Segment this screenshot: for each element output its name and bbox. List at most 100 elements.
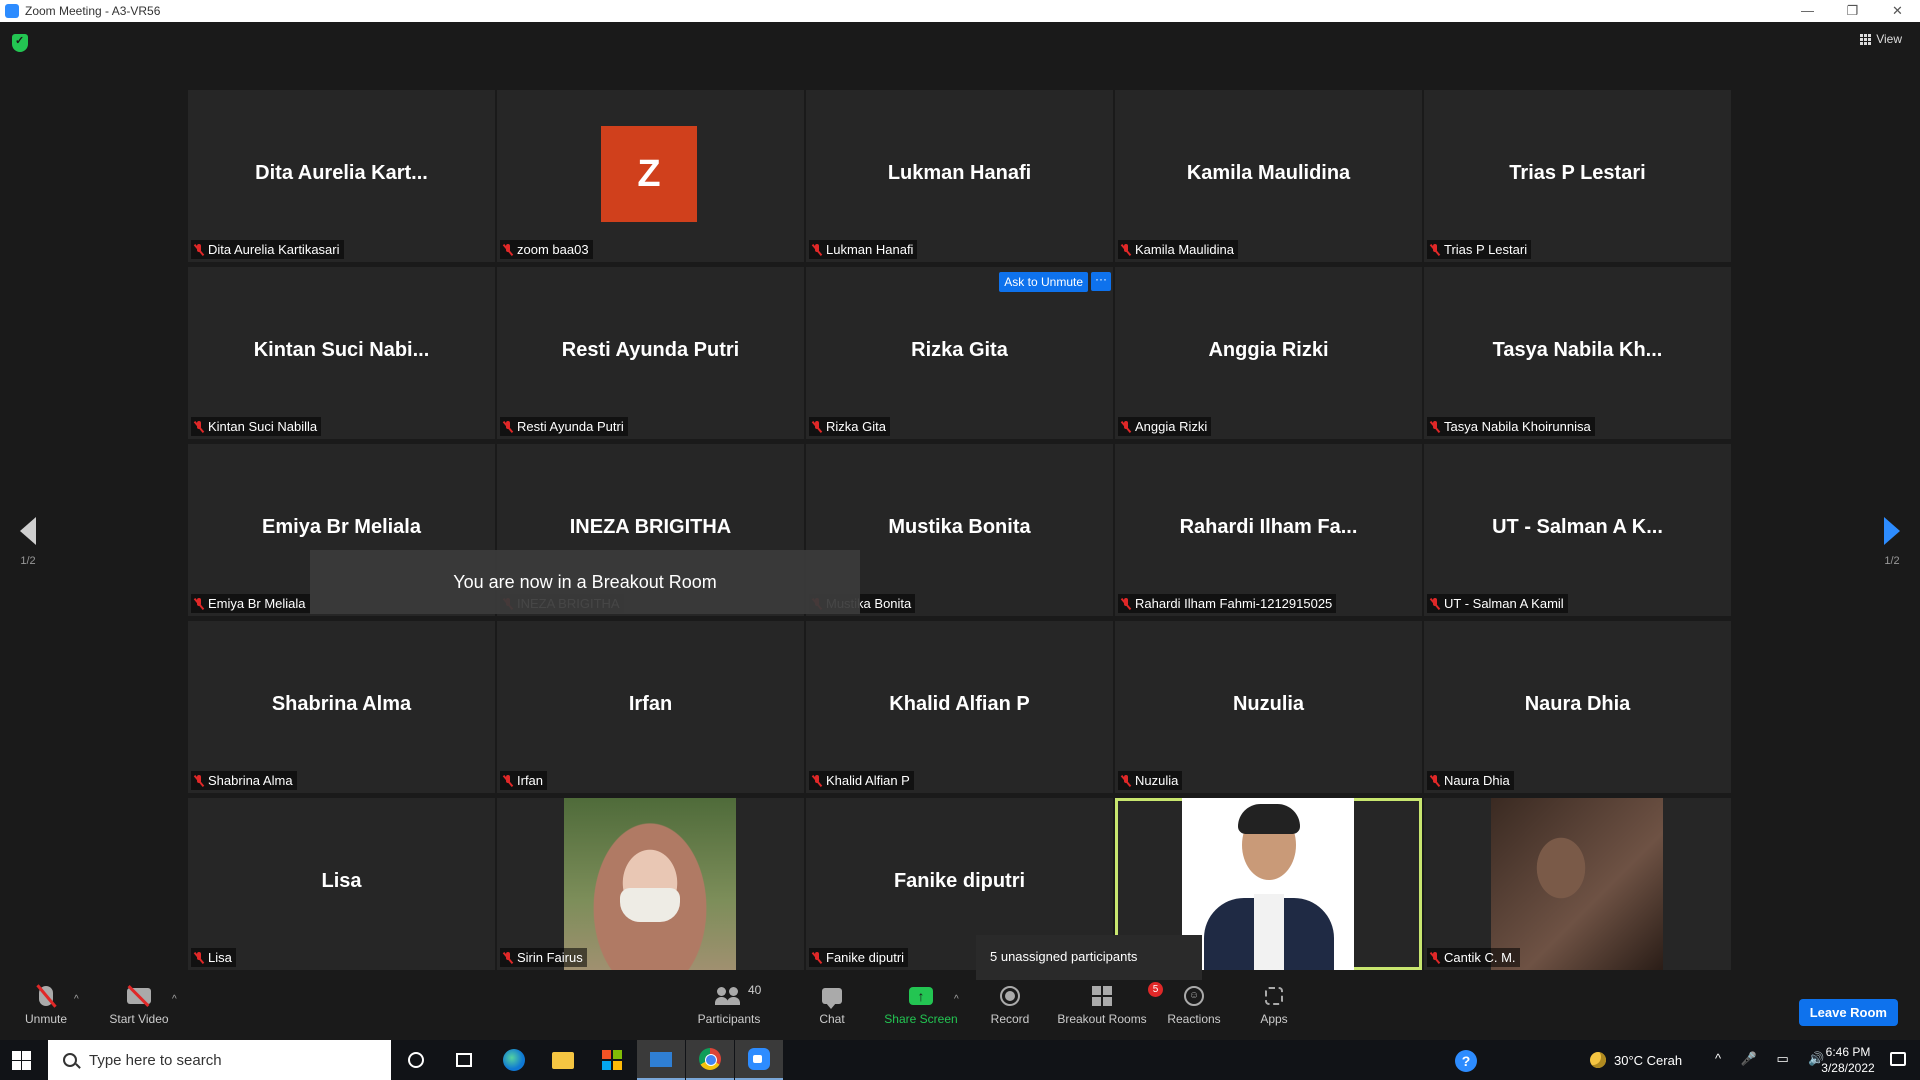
- mic-muted-icon: [1430, 951, 1440, 964]
- participant-display-name: Rizka Gita: [911, 339, 1008, 361]
- leave-room-button[interactable]: Leave Room: [1798, 999, 1898, 1026]
- cortana-button[interactable]: [392, 1040, 440, 1080]
- participant-tile[interactable]: Kamila Maulidina Kamila Maulidina: [1115, 90, 1422, 262]
- view-button[interactable]: View: [1860, 32, 1902, 46]
- record-icon: [1000, 986, 1020, 1006]
- breakout-rooms-icon: [1092, 986, 1112, 1006]
- audio-options-caret-icon[interactable]: ^: [74, 994, 79, 1005]
- participant-tile[interactable]: Trias P Lestari Trias P Lestari: [1424, 90, 1731, 262]
- help-icon[interactable]: ?: [1455, 1050, 1477, 1072]
- participant-name-label: Irfan: [500, 771, 548, 790]
- participant-tile[interactable]: Shabrina Alma Shabrina Alma: [188, 621, 495, 793]
- prev-page-button[interactable]: 1/2: [20, 517, 36, 567]
- window-title-bar: Zoom Meeting - A3-VR56 — ❐ ✕: [0, 0, 1920, 22]
- windows-start-icon[interactable]: [12, 1051, 31, 1070]
- unmute-label: Unmute: [24, 1012, 68, 1026]
- restore-button[interactable]: ❐: [1830, 0, 1875, 22]
- meeting-area: View 1/2 1/2 Dita Aurelia Kart...Dita Au…: [0, 22, 1920, 985]
- chat-button[interactable]: Chat: [812, 980, 852, 1040]
- participant-tile[interactable]: Khalid Alfian P Khalid Alfian P: [806, 621, 1113, 793]
- chat-icon: [822, 988, 842, 1009]
- participant-display-name: Fanike diputri: [893, 870, 1026, 892]
- task-view-button[interactable]: [440, 1040, 488, 1080]
- file-explorer-taskbar-button[interactable]: [539, 1040, 587, 1080]
- participant-tile[interactable]: Irfan Irfan: [497, 621, 804, 793]
- start-video-button[interactable]: Start Video: [104, 980, 174, 1040]
- participant-tile[interactable]: Dita Aurelia Kart... Dita Aurelia Kartika…: [188, 90, 495, 262]
- taskbar-search-box[interactable]: Type here to search: [48, 1040, 391, 1080]
- participant-name-label: Trias P Lestari: [1427, 240, 1532, 259]
- breakout-rooms-button[interactable]: 5 Breakout Rooms: [1056, 980, 1163, 1040]
- mic-muted-icon: [503, 951, 513, 964]
- search-icon: [63, 1053, 77, 1067]
- cortana-icon: [408, 1052, 424, 1068]
- participant-display-name: Kamila Maulidina: [1186, 162, 1351, 184]
- unmute-button[interactable]: Unmute: [20, 980, 72, 1040]
- camera-off-icon: [127, 988, 151, 1004]
- more-options-button[interactable]: ···: [1091, 272, 1111, 291]
- participant-name: Rahardi Ilham Fahmi-1212915025: [1135, 596, 1333, 611]
- participants-button[interactable]: 40 Participants: [694, 980, 764, 1040]
- participant-tile[interactable]: Kintan Suci Nabi... Kintan Suci Nabilla: [188, 267, 495, 439]
- participant-tile[interactable]: Zzoom baa03: [497, 90, 804, 262]
- chrome-icon: [699, 1048, 721, 1070]
- participant-tile[interactable]: Tasya Nabila Kh... Tasya Nabila Khoirunni…: [1424, 267, 1731, 439]
- share-options-caret-icon[interactable]: ^: [954, 994, 959, 1005]
- participant-name: Emiya Br Meliala: [208, 596, 306, 611]
- participant-name: Fanike diputri: [826, 950, 905, 965]
- weather-text: 30°C Cerah: [1614, 1052, 1683, 1068]
- store-taskbar-button[interactable]: [588, 1040, 636, 1080]
- participants-label: Participants: [697, 1012, 761, 1026]
- minimize-button[interactable]: —: [1785, 0, 1830, 22]
- mic-muted-icon: [1430, 774, 1440, 787]
- participant-name-label: Khalid Alfian P: [809, 771, 914, 790]
- chrome-taskbar-button[interactable]: [686, 1040, 734, 1080]
- record-button[interactable]: Record: [986, 980, 1034, 1040]
- page-indicator-right: 1/2: [1884, 555, 1900, 567]
- mic-muted-icon: [1121, 420, 1131, 433]
- participant-display-name: Mustika Bonita: [888, 516, 1031, 538]
- clock[interactable]: 6:46 PM 3/28/2022: [1812, 1044, 1884, 1076]
- participant-display-name: Trias P Lestari: [1509, 162, 1646, 184]
- edge-taskbar-button[interactable]: [490, 1040, 538, 1080]
- participant-tile[interactable]: Rizka Gita Ask to Unmute ··· Rizka Gita: [806, 267, 1113, 439]
- windows-taskbar: Type here to search ? 30°C Cerah ^ 🎤 ▭ 🔊…: [0, 1040, 1920, 1080]
- unassigned-participants-tooltip: 5 unassigned participants: [976, 935, 1202, 985]
- mic-muted-icon: [812, 951, 822, 964]
- apps-button[interactable]: Apps: [1256, 980, 1292, 1040]
- close-button[interactable]: ✕: [1875, 0, 1920, 22]
- participant-tile[interactable]: UT - Salman A K... UT - Salman A Kamil: [1424, 444, 1731, 616]
- participant-tile[interactable]: Sirin Fairus: [497, 798, 804, 970]
- participant-tile[interactable]: Rahardi Ilham Fa... Rahardi Ilham Fahmi-1…: [1115, 444, 1422, 616]
- weather-widget[interactable]: 30°C Cerah: [1590, 1052, 1682, 1068]
- participant-tile[interactable]: Resti Ayunda Putri Resti Ayunda Putri: [497, 267, 804, 439]
- participant-display-name: INEZA BRIGITHA: [569, 516, 732, 538]
- participant-display-name: Shabrina Alma: [271, 693, 412, 715]
- participant-tile[interactable]: Naura Dhia Naura Dhia: [1424, 621, 1731, 793]
- security-shield-icon[interactable]: [12, 34, 28, 52]
- mail-taskbar-button[interactable]: [637, 1040, 685, 1080]
- reactions-button[interactable]: ☺ Reactions: [1166, 980, 1222, 1040]
- page-indicator-left: 1/2: [20, 555, 36, 567]
- participant-name: Tasya Nabila Khoirunnisa: [1444, 419, 1591, 434]
- notifications-icon[interactable]: [1890, 1052, 1906, 1066]
- clock-date: 3/28/2022: [1821, 1061, 1875, 1075]
- participant-display-name: Khalid Alfian P: [889, 693, 1030, 715]
- participant-tile[interactable]: Cantik C. M.: [1424, 798, 1731, 970]
- video-options-caret-icon[interactable]: ^: [172, 994, 177, 1005]
- ask-to-unmute-button[interactable]: Ask to Unmute: [999, 272, 1088, 292]
- participants-icon: [715, 987, 743, 1005]
- chat-label: Chat: [819, 1012, 845, 1026]
- share-screen-button[interactable]: ↑ Share Screen: [884, 980, 958, 1040]
- participant-display-name: Nuzulia: [1232, 693, 1305, 715]
- next-page-button[interactable]: 1/2: [1884, 517, 1900, 567]
- participant-display-name: Kintan Suci Nabi...: [253, 339, 430, 361]
- breakout-room-notice: You are now in a Breakout Room: [310, 550, 860, 614]
- participant-name-label: Kintan Suci Nabilla: [191, 417, 322, 436]
- avatar: Z: [601, 126, 697, 222]
- zoom-taskbar-button[interactable]: [735, 1040, 783, 1080]
- participant-tile[interactable]: Lukman Hanafi Lukman Hanafi: [806, 90, 1113, 262]
- participant-tile[interactable]: Nuzulia Nuzulia: [1115, 621, 1422, 793]
- participant-tile[interactable]: Lisa Lisa: [188, 798, 495, 970]
- participant-tile[interactable]: Anggia Rizki Anggia Rizki: [1115, 267, 1422, 439]
